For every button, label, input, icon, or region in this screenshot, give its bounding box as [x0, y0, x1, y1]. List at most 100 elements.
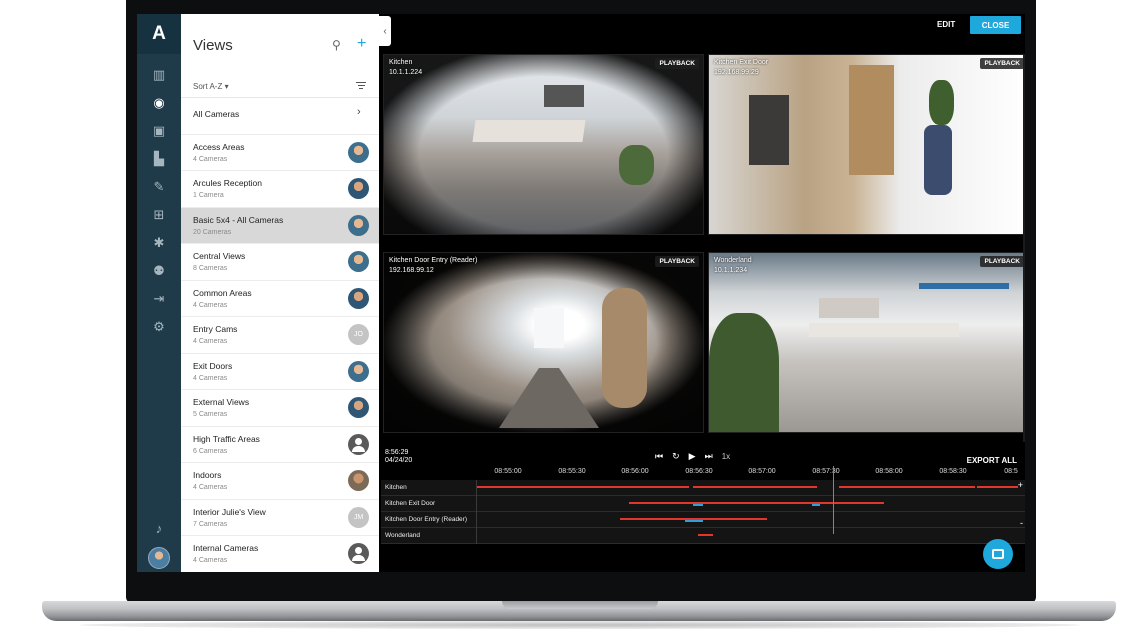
camera-tile-kitchen-door-entry[interactable]: Kitchen Door Entry (Reader) 192.168.99.1…	[383, 252, 704, 433]
edit-button[interactable]: EDIT	[937, 20, 955, 29]
zoom-in-button[interactable]: +	[1018, 480, 1023, 490]
list-item[interactable]: Arcules Reception 1 Camera	[181, 171, 379, 208]
list-item[interactable]: Internal Cameras 4 Cameras	[181, 536, 379, 572]
playback-badge: PLAYBACK	[655, 58, 699, 69]
corridor-shape	[534, 308, 564, 348]
camera-tile-kitchen[interactable]: Kitchen 10.1.1.224 PLAYBACK	[383, 54, 704, 235]
view-camera-count: 1 Camera	[193, 192, 224, 199]
list-item[interactable]: Access Areas 4 Cameras	[181, 135, 379, 171]
laptop-notch	[502, 601, 658, 609]
building-icon[interactable]: ▙	[150, 150, 168, 168]
timeline-track[interactable]: Kitchen Exit Door	[381, 496, 1025, 512]
avatar	[348, 214, 369, 236]
lock-icon[interactable]: ▣	[150, 122, 168, 140]
timeline-track[interactable]: Wonderland	[381, 528, 1025, 544]
timeline-tick-label: 08:55:30	[558, 468, 586, 475]
view-name: High Traffic Areas	[193, 433, 260, 444]
filter-icon[interactable]	[356, 80, 366, 90]
logo-box[interactable]: A	[137, 14, 181, 54]
timeline-tick-label: 08:5	[1004, 468, 1018, 475]
avatar	[348, 433, 369, 455]
view-name: External Views	[193, 397, 250, 407]
skip-back-icon[interactable]: ⏮	[655, 451, 663, 462]
playback-controls: ⏮ ↻ ▶ ⏭ 1x	[655, 451, 730, 462]
add-view-button[interactable]: +	[357, 35, 366, 53]
camera-tile-kitchen-exit-door[interactable]: Kitchen Exit Door 192.168.99.29 PLAYBACK	[708, 54, 1025, 235]
timeline-track-bar[interactable]	[476, 512, 1017, 528]
timeline-track-bar[interactable]	[476, 480, 1018, 496]
door-exit-icon[interactable]: ⇥	[150, 290, 168, 308]
eye-icon[interactable]: ◉	[150, 94, 168, 112]
recording-segment[interactable]	[977, 486, 1018, 488]
motion-segment[interactable]	[693, 504, 703, 506]
reception-shape	[819, 298, 879, 318]
camera-ip: 192.168.99.12	[389, 267, 434, 274]
collapse-panel-button[interactable]: ‹	[379, 16, 391, 46]
list-item[interactable]: Common Areas 4 Cameras	[181, 281, 379, 317]
bar-chart-icon[interactable]: ▥	[150, 66, 168, 84]
list-item-all-cameras[interactable]: All Cameras ›	[181, 98, 379, 135]
skip-forward-icon[interactable]: ⏭	[705, 451, 713, 462]
timeline-ticks: 08:55:00 08:55:30 08:56:00 08:56:30 08:57:00…	[381, 468, 1025, 478]
recording-segment[interactable]	[629, 502, 884, 504]
chat-button[interactable]	[983, 539, 1013, 569]
sort-dropdown[interactable]: Sort A-Z ▾	[193, 82, 229, 91]
wrench-icon[interactable]: ✎	[150, 178, 168, 196]
network-icon[interactable]: ⊞	[150, 206, 168, 224]
alarm-icon[interactable]: ✱	[150, 234, 168, 252]
list-item[interactable]: Indoors 4 Cameras	[181, 463, 379, 500]
list-item[interactable]: Exit Doors 4 Cameras	[181, 354, 379, 390]
recording-segment[interactable]	[693, 486, 817, 488]
recording-segment[interactable]	[698, 534, 713, 536]
table-shape	[809, 323, 959, 337]
speed-button[interactable]: 1x	[722, 452, 730, 461]
replay-icon[interactable]: ↻	[672, 451, 680, 462]
avatar	[348, 251, 369, 272]
timeline-track-label: Wonderland	[385, 532, 420, 539]
zoom-out-button[interactable]: -	[1020, 518, 1023, 528]
scroll-strip	[1023, 54, 1025, 454]
camera-tile-wonderland[interactable]: Wonderland 10.1.1.234 PLAYBACK	[708, 252, 1025, 433]
list-item[interactable]: High Traffic Areas 6 Cameras	[181, 427, 379, 463]
recording-segment[interactable]	[477, 486, 689, 488]
export-all-button[interactable]: EXPORT ALL	[967, 456, 1017, 465]
views-title: Views	[193, 37, 233, 54]
plant-shape	[709, 313, 779, 432]
list-item[interactable]: Central Views 8 Cameras	[181, 244, 379, 281]
list-item[interactable]: External Views 5 Cameras	[181, 390, 379, 427]
gear-icon[interactable]: ⚙	[150, 318, 168, 336]
recording-segment[interactable]	[839, 486, 975, 488]
bell-icon[interactable]: ♪	[150, 519, 168, 537]
motion-segment[interactable]	[685, 520, 703, 522]
fridge-shape	[544, 85, 584, 107]
view-camera-count: 5 Cameras	[193, 411, 228, 418]
playhead[interactable]	[833, 466, 834, 534]
view-name: Entry Cams	[193, 324, 238, 334]
camera-name: Kitchen Exit Door	[714, 59, 769, 66]
floor-shape	[499, 368, 599, 428]
chevron-right-icon: ›	[357, 106, 361, 118]
motion-segment[interactable]	[812, 504, 820, 506]
views-header: Views ⚲ +	[181, 14, 379, 76]
timeline-track-bar[interactable]	[476, 528, 1017, 544]
play-icon[interactable]: ▶	[689, 451, 696, 462]
timeline-track[interactable]: Kitchen	[381, 480, 1025, 496]
list-item[interactable]: Basic 5x4 - All Cameras 20 Cameras	[181, 207, 379, 244]
view-name: Common Areas	[193, 287, 252, 298]
timeline-track-bar[interactable]	[476, 496, 1017, 512]
avatar: JO	[348, 324, 369, 345]
timeline-track[interactable]: Kitchen Door Entry (Reader)	[381, 512, 1025, 528]
avatar	[348, 287, 369, 309]
list-item[interactable]: Entry Cams 4 Cameras JO	[181, 317, 379, 354]
timeline-tick-label: 08:58:00	[875, 468, 903, 475]
list-item[interactable]: Interior Julie's View 7 Cameras JM	[181, 500, 379, 536]
user-avatar[interactable]	[148, 547, 170, 569]
list-item-label: All Cameras	[193, 109, 240, 119]
people-icon[interactable]: ⚉	[150, 262, 168, 280]
laptop-shadow	[80, 621, 1080, 629]
counter-shape	[472, 120, 586, 142]
close-button[interactable]: CLOSE	[970, 16, 1021, 34]
search-icon[interactable]: ⚲	[332, 38, 341, 52]
chevron-down-icon: ▾	[224, 82, 229, 91]
timeline-track-label: Kitchen	[385, 484, 407, 491]
